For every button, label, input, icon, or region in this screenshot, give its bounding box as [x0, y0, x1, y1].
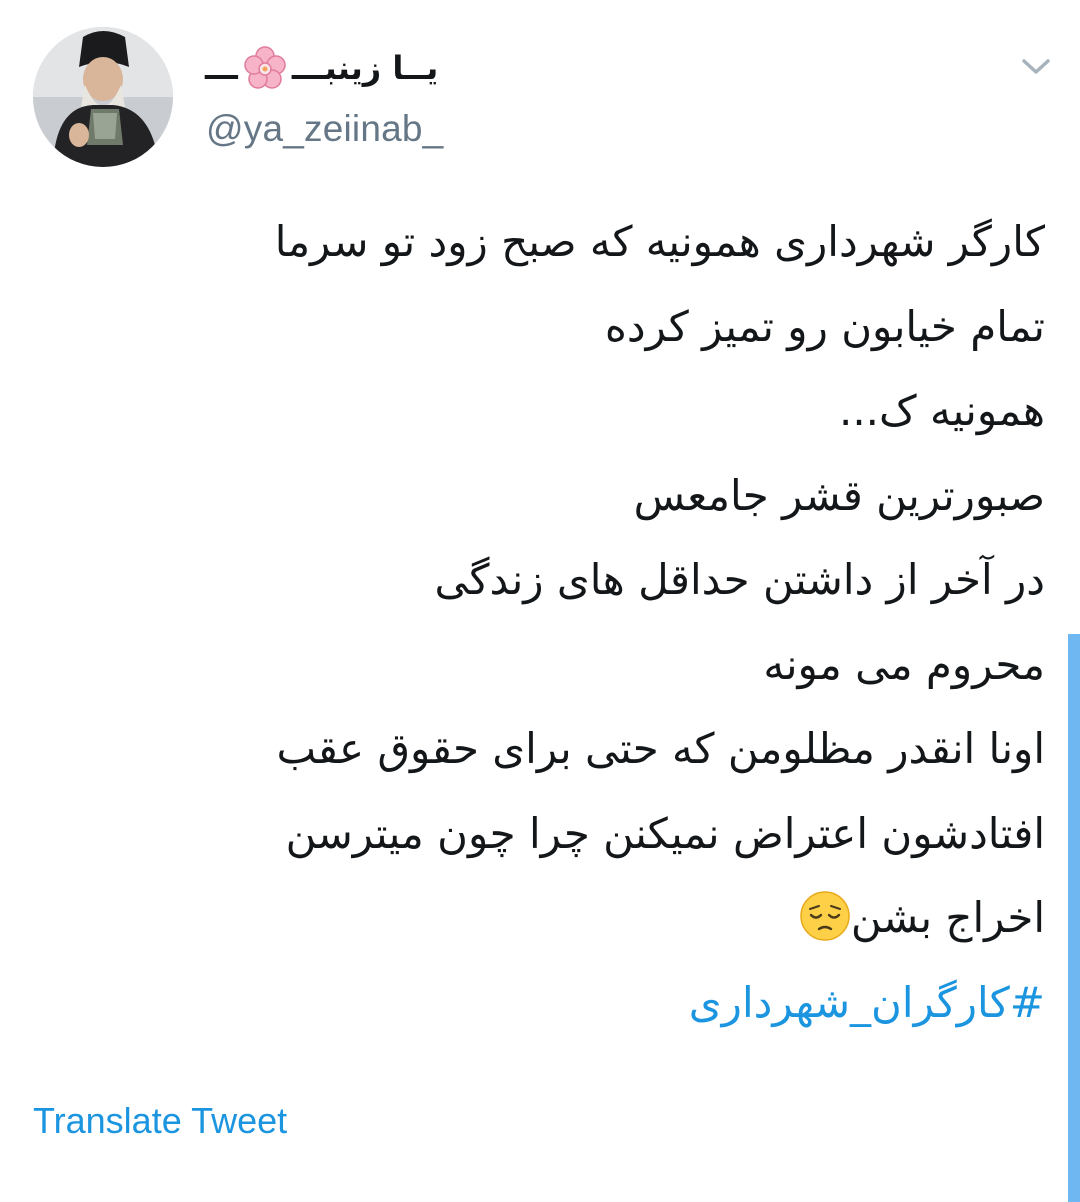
pensive-face-icon — [800, 891, 850, 941]
tweet-text-line: تمام خیابون رو تمیز کرده — [604, 301, 1045, 351]
display-name[interactable]: ـــ یــا زینبـــ — [205, 38, 438, 98]
scrollbar[interactable] — [1068, 634, 1080, 1202]
tweet-text-line: صبورترین قشر جامعس — [633, 470, 1045, 520]
cherry-blossom-icon — [244, 46, 286, 89]
hashtag-link[interactable]: #کارگران_شهرداری — [689, 978, 1045, 1027]
display-name-part-1: یــا زینبـــ — [291, 49, 439, 87]
tweet-text-line: افتادشون اعتراض نمیکنن چرا چون میترسن — [285, 808, 1045, 858]
tweet-text-last-words: اخراج بشن — [850, 893, 1045, 942]
hashtag-line: #کارگران_شهرداری — [85, 961, 1045, 1046]
tweet-text: کارگر شهرداری همونیه که صبح زود تو سرما … — [85, 200, 1045, 1045]
display-name-part-2: ـــ — [205, 49, 238, 87]
chevron-down-icon[interactable] — [1014, 50, 1058, 84]
user-handle[interactable]: @ya_zeiinab_ — [206, 108, 443, 150]
avatar[interactable] — [33, 27, 173, 167]
translate-tweet-link[interactable]: Translate Tweet — [33, 1100, 287, 1142]
profile-photo-icon — [33, 27, 173, 167]
tweet-card: ـــ یــا زینبـــ @ya_zeiinab_ کارگر شهرد… — [0, 0, 1080, 1202]
tweet-text-line: اخراج بشن — [85, 876, 1045, 961]
tweet-text-line: محروم می مونه — [763, 639, 1045, 689]
tweet-text-line: همونیه ک... — [838, 386, 1045, 435]
tweet-text-line: اونا انقدر مظلومن که حتی برای حقوق عقب — [276, 724, 1045, 773]
tweet-text-line: کارگر شهرداری همونیه که صبح زود تو سرما — [274, 217, 1045, 266]
tweet-text-line: در آخر از داشتن حداقل های زندگی — [434, 555, 1045, 604]
